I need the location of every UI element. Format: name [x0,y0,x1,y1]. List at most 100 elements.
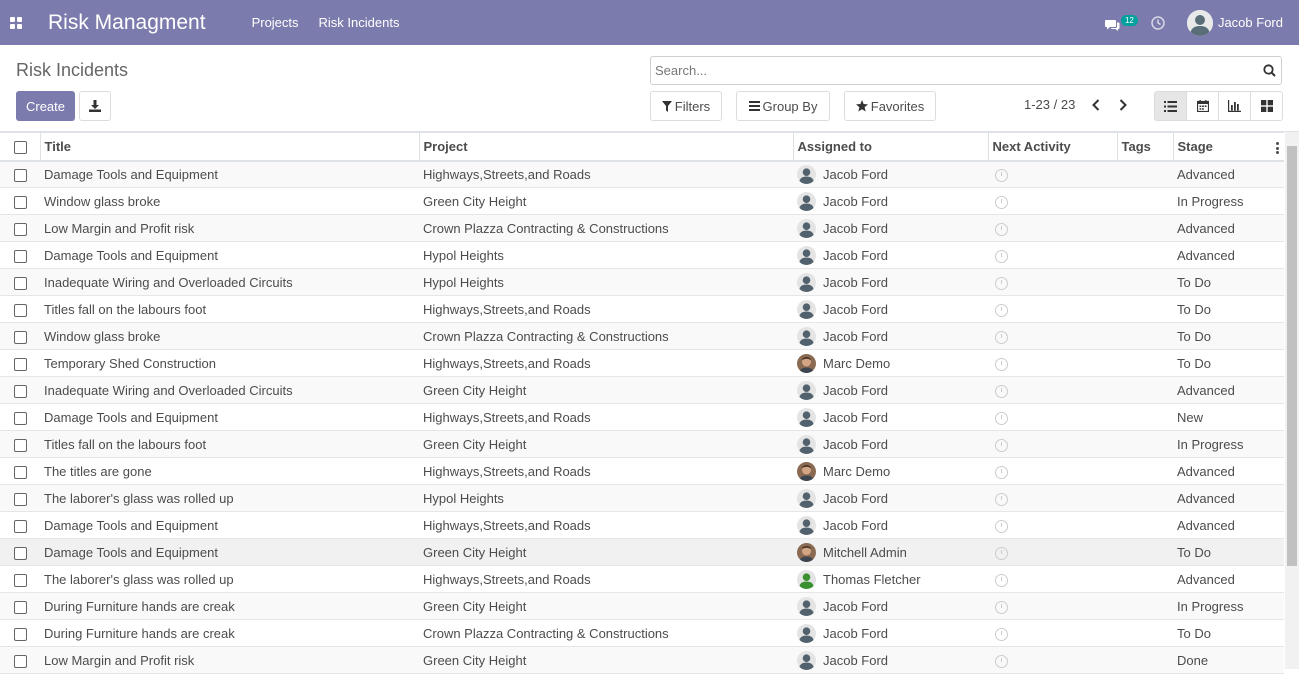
cell-next-activity[interactable] [988,539,1117,566]
row-checkbox[interactable] [14,519,27,533]
table-row[interactable]: Damage Tools and Equipment Hypol Heights J… [0,242,1284,269]
row-checkbox[interactable] [14,222,27,236]
cell-project[interactable]: Green City Height [419,431,793,458]
cell-next-activity[interactable] [988,620,1117,647]
table-row[interactable]: The laborer's glass was rolled up Highway… [0,566,1284,593]
activity-clock-icon[interactable] [995,303,1008,317]
table-row[interactable]: During Furniture hands are creak Green Ci… [0,592,1284,620]
cell-project[interactable]: Green City Height [419,188,793,215]
select-all-checkbox[interactable] [14,140,27,154]
cell-assigned-to[interactable]: Thomas Fletcher [793,566,988,593]
cell-title[interactable]: Inadequate Wiring and Overloaded Circuit… [40,377,419,404]
cell-project[interactable]: Highways,Streets,and Roads [419,566,793,593]
cell-title[interactable]: The laborer's glass was rolled up [40,566,419,593]
apps-menu-icon[interactable] [0,0,32,45]
column-header-title[interactable]: Title [40,132,420,161]
cell-assigned-to[interactable]: Marc Demo [793,350,988,377]
export-button[interactable] [79,91,111,121]
cell-project[interactable]: Hypol Heights [419,485,793,512]
cell-next-activity[interactable] [988,404,1117,431]
cell-title[interactable]: The titles are gone [40,458,419,485]
activity-clock-icon[interactable] [995,492,1008,506]
cell-next-activity[interactable] [988,485,1117,512]
cell-next-activity[interactable] [988,296,1117,323]
activity-clock-icon[interactable] [995,384,1008,398]
table-row[interactable]: Damage Tools and Equipment Highways,Stree… [0,160,1284,188]
table-row[interactable]: Temporary Shed Construction Highways,Stre… [0,350,1284,377]
cell-stage[interactable]: Advanced [1173,242,1284,269]
activity-button[interactable] [1151,15,1165,30]
scrollbar-thumb[interactable] [1287,146,1297,566]
cell-title[interactable]: Damage Tools and Equipment [40,161,419,188]
row-checkbox[interactable] [14,168,27,182]
table-row[interactable]: During Furniture hands are creak Crown Pl… [0,620,1284,647]
cell-project[interactable]: Crown Plazza Contracting & Constructions [419,215,793,242]
kanban-view-button[interactable] [1250,91,1283,121]
cell-title[interactable]: Damage Tools and Equipment [40,404,419,431]
cell-assigned-to[interactable]: Jacob Ford [793,593,988,620]
cell-assigned-to[interactable]: Jacob Ford [793,215,988,242]
cell-project[interactable]: Highways,Streets,and Roads [419,350,793,377]
cell-title[interactable]: Low Margin and Profit risk [40,215,419,242]
cell-stage[interactable]: To Do [1173,620,1284,647]
cell-next-activity[interactable] [988,458,1117,485]
cell-title[interactable]: Titles fall on the labours foot [40,296,419,323]
cell-stage[interactable]: In Progress [1173,593,1284,620]
vertical-scrollbar[interactable] [1285,132,1299,669]
cell-assigned-to[interactable]: Jacob Ford [793,161,988,188]
cell-stage[interactable]: Advanced [1173,485,1284,512]
column-header-project[interactable]: Project [419,132,794,161]
pager-next-button[interactable] [1115,95,1131,115]
filters-button[interactable]: Filters [650,91,722,121]
column-header-assigned-to[interactable]: Assigned to [793,132,989,161]
row-checkbox[interactable] [14,438,27,452]
table-row[interactable]: Damage Tools and Equipment Highways,Stree… [0,512,1284,539]
messaging-button[interactable]: 12 [1104,12,1138,34]
cell-assigned-to[interactable]: Jacob Ford [793,620,988,647]
cell-assigned-to[interactable]: Jacob Ford [793,296,988,323]
cell-stage[interactable]: To Do [1173,323,1284,350]
search-icon[interactable] [1257,64,1281,77]
cell-project[interactable]: Highways,Streets,and Roads [419,458,793,485]
activity-clock-icon[interactable] [995,276,1008,290]
row-checkbox[interactable] [14,195,27,209]
cell-project[interactable]: Green City Height [419,377,793,404]
graph-view-button[interactable] [1218,91,1251,121]
cell-title[interactable]: The laborer's glass was rolled up [40,485,419,512]
cell-stage[interactable]: Advanced [1173,215,1284,242]
cell-assigned-to[interactable]: Jacob Ford [793,188,988,215]
cell-assigned-to[interactable]: Jacob Ford [793,512,988,539]
cell-project[interactable]: Highways,Streets,and Roads [419,404,793,431]
cell-title[interactable]: During Furniture hands are creak [40,620,419,647]
cell-stage[interactable]: Done [1173,647,1284,674]
cell-assigned-to[interactable]: Jacob Ford [793,431,988,458]
cell-stage[interactable]: In Progress [1173,188,1284,215]
cell-stage[interactable]: In Progress [1173,431,1284,458]
cell-project[interactable]: Highways,Streets,and Roads [419,161,793,188]
table-row[interactable]: Titles fall on the labours foot Green Cit… [0,430,1284,458]
table-row[interactable]: Low Margin and Profit risk Crown Plazza C… [0,214,1284,242]
activity-clock-icon[interactable] [995,222,1008,236]
row-checkbox[interactable] [14,411,27,425]
cell-stage[interactable]: Advanced [1173,161,1284,188]
table-row[interactable]: Damage Tools and Equipment Highways,Stree… [0,404,1284,431]
calendar-view-button[interactable] [1186,91,1219,121]
optional-columns-icon[interactable] [1276,142,1279,156]
cell-next-activity[interactable] [988,647,1117,674]
favorites-button[interactable]: Favorites [844,91,936,121]
cell-stage[interactable]: To Do [1173,269,1284,296]
column-header-next-activity[interactable]: Next Activity [988,132,1118,161]
activity-clock-icon[interactable] [995,465,1008,479]
cell-stage[interactable]: Advanced [1173,458,1284,485]
activity-clock-icon[interactable] [995,357,1008,371]
cell-title[interactable]: During Furniture hands are creak [40,593,419,620]
column-header-stage[interactable]: Stage [1173,133,1284,161]
cell-title[interactable]: Inadequate Wiring and Overloaded Circuit… [40,269,419,296]
cell-project[interactable]: Highways,Streets,and Roads [419,296,793,323]
cell-project[interactable]: Green City Height [419,593,793,620]
activity-clock-icon[interactable] [995,519,1008,533]
cell-assigned-to[interactable]: Jacob Ford [793,269,988,296]
table-row[interactable]: Window glass broke Crown Plazza Contracti… [0,322,1284,350]
cell-stage[interactable]: To Do [1173,350,1284,377]
cell-stage[interactable]: Advanced [1173,377,1284,404]
